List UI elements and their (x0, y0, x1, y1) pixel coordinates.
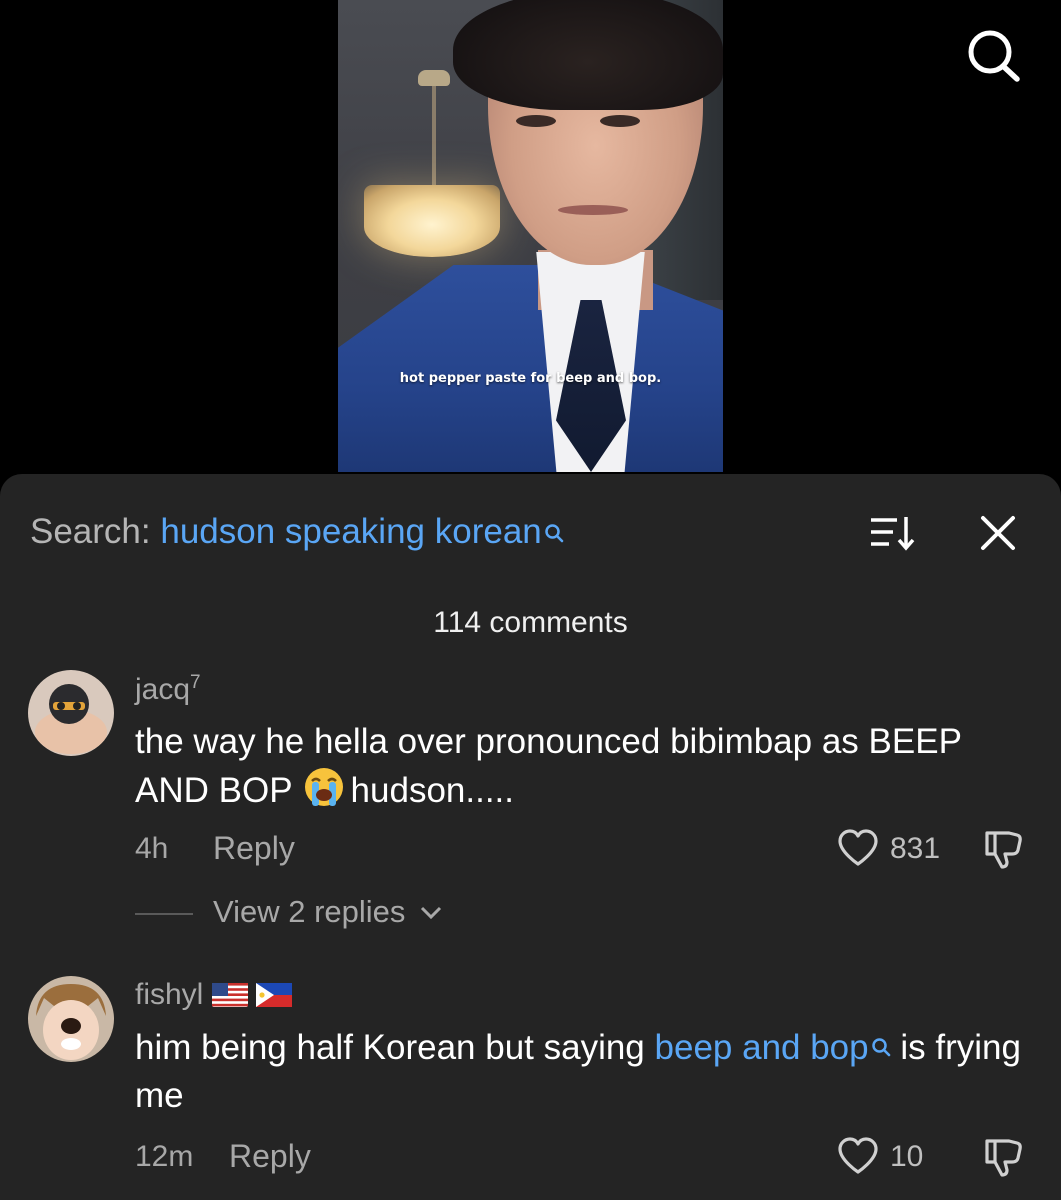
lamp-cap (418, 70, 450, 86)
reply-button[interactable]: Reply (229, 1138, 311, 1175)
comments-sheet: Search: hudson speaking korean 114 comme… (0, 474, 1061, 1200)
comment-item: jacq7 the way he hella over pronounced b… (0, 670, 1061, 950)
username-superscript: 7 (190, 672, 201, 693)
comment-username[interactable]: fishyl (135, 978, 293, 1015)
person-eye-right (600, 115, 640, 127)
search-term-icon (544, 514, 564, 554)
search-link-icon (871, 1024, 891, 1072)
like-button[interactable] (837, 1136, 879, 1184)
comment-text: him being half Korean but saying beep an… (135, 1024, 1035, 1120)
comment-actions: 4h Reply 831 (135, 829, 1035, 872)
username-text: fishyl (135, 978, 204, 1011)
close-icon (981, 516, 1015, 550)
comment-username[interactable]: jacq7 (135, 672, 201, 707)
comment-text-part: the way he hella over pronounced bibimba… (135, 722, 962, 810)
view-replies[interactable]: View 2 replies (135, 894, 635, 934)
search-suggestion: Search: hudson speaking korean (30, 512, 564, 554)
dislike-button[interactable] (981, 828, 1023, 878)
chevron-down-icon (420, 906, 442, 920)
like-count: 831 (890, 832, 941, 865)
loudly-crying-face-icon (303, 766, 345, 821)
person-hair (453, 0, 723, 110)
avatar[interactable] (28, 670, 114, 756)
close-button[interactable] (977, 512, 1019, 554)
search-term-link[interactable]: hudson speaking korean (160, 512, 541, 551)
heart-icon (838, 829, 878, 866)
avatar[interactable] (28, 976, 114, 1062)
thumbs-down-icon (985, 831, 1022, 869)
person-suit (338, 265, 723, 472)
us-flag-icon (211, 981, 248, 1015)
username-text: jacq (135, 673, 191, 706)
comment-text: the way he hella over pronounced bibimba… (135, 718, 1035, 821)
comment-time: 12m (135, 1140, 194, 1173)
comment-text-part: hudson..... (350, 771, 514, 810)
lamp-shade (364, 185, 500, 257)
search-link[interactable]: beep and bop (655, 1028, 869, 1067)
divider (135, 913, 193, 915)
comment-time: 4h (135, 832, 169, 865)
comment-actions: 12m Reply 10 (135, 1137, 1035, 1180)
comments-count: 114 comments (433, 606, 628, 639)
person-eye-left (516, 115, 556, 127)
like-button[interactable] (837, 828, 879, 876)
video-player[interactable]: hot pepper paste for beep and bop. (338, 0, 723, 472)
view-replies-text: View 2 replies (213, 894, 442, 930)
comment-item: fishyl him being half Korean but saying … (0, 976, 1061, 1200)
view-replies-label: View 2 replies (213, 894, 406, 929)
dislike-button[interactable] (981, 1136, 1023, 1186)
video-caption: hot pepper paste for beep and bop. (399, 371, 662, 386)
philippines-flag-icon (256, 981, 293, 1015)
reply-button[interactable]: Reply (213, 830, 295, 867)
person-mouth (558, 205, 628, 215)
sort-icon (871, 517, 915, 551)
sort-button[interactable] (868, 513, 916, 553)
comment-text-part: him being half Korean but saying (135, 1028, 645, 1067)
lamp-cord (432, 80, 436, 190)
top-search-button[interactable] (962, 25, 1026, 85)
video-area: hot pepper paste for beep and bop. (0, 0, 1061, 480)
search-prefix: Search: (30, 512, 151, 551)
thumbs-down-icon (985, 1139, 1022, 1177)
like-count: 10 (890, 1140, 924, 1173)
heart-icon (838, 1137, 878, 1174)
search-icon (968, 30, 1020, 82)
